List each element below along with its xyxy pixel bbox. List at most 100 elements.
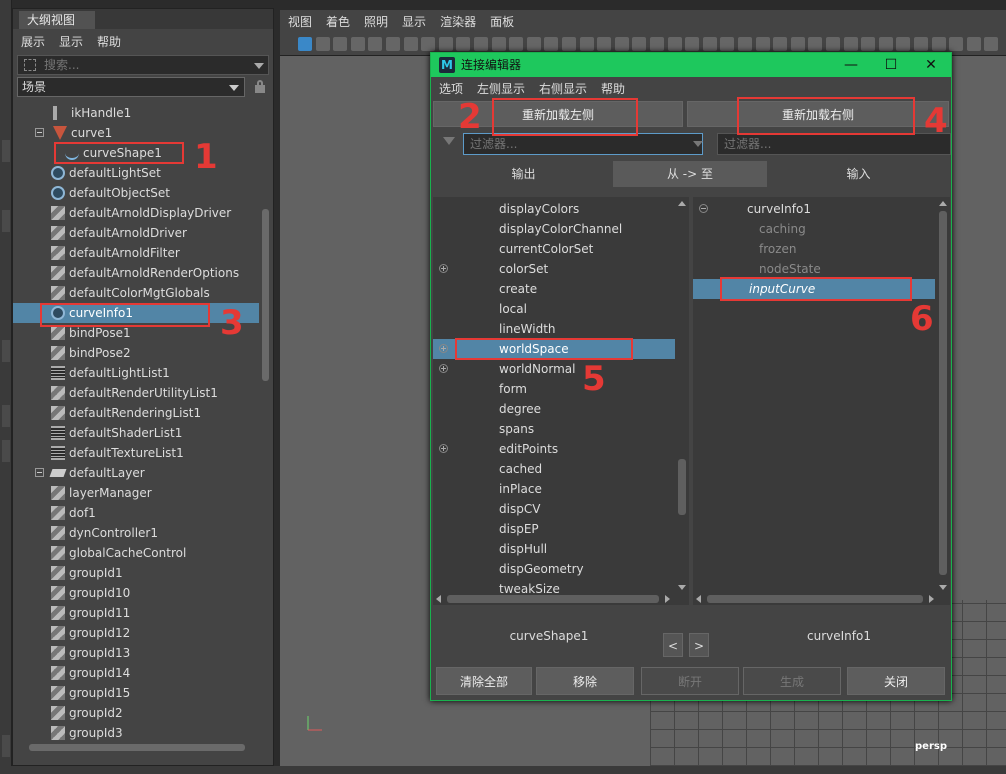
menu-right-display[interactable]: 右侧显示 — [539, 80, 587, 97]
outliner-item[interactable]: defaultColorMgtGlobals — [13, 283, 259, 303]
viewport-tool-icon[interactable] — [667, 37, 682, 51]
outliner-horizontal-scrollbar[interactable] — [29, 744, 245, 751]
outliner-item[interactable]: defaultTextureList1 — [13, 443, 259, 463]
close-button[interactable]: 关闭 — [847, 667, 945, 695]
viewport-tool-icon[interactable] — [544, 37, 559, 51]
next-node-button[interactable]: > — [689, 633, 709, 657]
tool-button[interactable] — [2, 210, 10, 232]
left-attribute-item[interactable]: cached — [433, 459, 675, 479]
collapse-minus-icon[interactable] — [699, 204, 708, 213]
left-attribute-item[interactable]: inPlace — [433, 479, 675, 499]
scroll-up-icon[interactable] — [678, 201, 686, 206]
menu-shading[interactable]: 着色 — [326, 13, 350, 30]
left-attribute-item[interactable]: dispCV — [433, 499, 675, 519]
left-attribute-item[interactable]: colorSet — [433, 259, 675, 279]
outliner-item[interactable]: groupId14 — [13, 663, 259, 683]
viewport-tool-icon[interactable] — [914, 37, 928, 51]
viewport-tool-icon[interactable] — [562, 37, 576, 51]
viewport-tool-icon[interactable] — [896, 37, 911, 51]
outliner-item[interactable]: groupId2 — [13, 703, 259, 723]
outliner-item[interactable]: layerManager — [13, 483, 259, 503]
right-attribute-item[interactable]: curveInfo1 — [693, 199, 935, 219]
outliner-item[interactable]: groupId10 — [13, 583, 259, 603]
outliner-item[interactable]: dof1 — [13, 503, 259, 523]
left-attribute-item[interactable]: editPoints — [433, 439, 675, 459]
left-attribute-item[interactable]: displayColors — [433, 199, 675, 219]
menu-help[interactable]: 帮助 — [601, 80, 625, 97]
right-list-horizontal-scrollbar[interactable] — [707, 595, 923, 603]
outliner-item[interactable]: ikHandle1 — [13, 103, 259, 123]
viewport-tool-icon[interactable] — [421, 37, 436, 51]
viewport-tool-icon[interactable] — [333, 37, 348, 51]
outliner-item[interactable]: defaultShaderList1 — [13, 423, 259, 443]
menu-show[interactable]: 展示 — [21, 33, 45, 50]
outliner-item[interactable]: globalCacheControl — [13, 543, 259, 563]
make-button[interactable]: 生成 — [743, 667, 841, 695]
outliner-item[interactable]: defaultArnoldDriver — [13, 223, 259, 243]
viewport-tool-icon[interactable] — [298, 37, 312, 51]
menu-options[interactable]: 选项 — [439, 80, 463, 97]
outliner-item[interactable]: groupId13 — [13, 643, 259, 663]
expand-plus-icon[interactable] — [439, 264, 448, 273]
viewport-tool-icon[interactable] — [386, 37, 400, 51]
right-attribute-item[interactable]: frozen — [693, 239, 935, 259]
viewport-tool-icon[interactable] — [790, 37, 805, 51]
viewport-tool-icon[interactable] — [720, 37, 735, 51]
minimize-button[interactable]: — — [831, 53, 871, 77]
viewport-tool-icon[interactable] — [350, 37, 365, 51]
lock-icon[interactable] — [255, 80, 265, 93]
viewport-tool-icon[interactable] — [808, 37, 823, 51]
expand-toggle-icon[interactable] — [35, 128, 44, 137]
left-attribute-item[interactable]: displayColorChannel — [433, 219, 675, 239]
outliner-item[interactable]: defaultRenderingList1 — [13, 403, 259, 423]
outliner-item[interactable]: defaultLightSet — [13, 163, 259, 183]
viewport-tool-icon[interactable] — [474, 37, 488, 51]
viewport-tool-icon[interactable] — [702, 37, 717, 51]
break-button[interactable]: 断开 — [641, 667, 739, 695]
menu-lighting[interactable]: 照明 — [364, 13, 388, 30]
menu-panels[interactable]: 面板 — [490, 13, 514, 30]
outliner-item[interactable]: groupId1 — [13, 563, 259, 583]
left-attribute-item[interactable]: currentColorSet — [433, 239, 675, 259]
close-window-button[interactable]: ✕ — [911, 53, 951, 77]
menu-help[interactable]: 帮助 — [97, 33, 121, 50]
chevron-down-icon[interactable] — [254, 63, 264, 69]
left-attribute-item[interactable]: dispEP — [433, 519, 675, 539]
left-attribute-item[interactable]: worldNormal — [433, 359, 675, 379]
viewport-tool-icon[interactable] — [650, 37, 664, 51]
prev-node-button[interactable]: < — [663, 633, 683, 657]
left-attribute-item[interactable]: create — [433, 279, 675, 299]
expand-plus-icon[interactable] — [439, 344, 448, 353]
right-filter-input[interactable] — [717, 133, 951, 155]
scroll-down-icon[interactable] — [678, 585, 686, 590]
viewport-tool-icon[interactable] — [438, 37, 453, 51]
expand-toggle-icon[interactable] — [35, 468, 44, 477]
outliner-item[interactable]: dynController1 — [13, 523, 259, 543]
viewport-tool-icon[interactable] — [685, 37, 700, 51]
outliner-item[interactable]: bindPose2 — [13, 343, 259, 363]
viewport-tool-icon[interactable] — [456, 37, 471, 51]
title-bar[interactable]: M 连接编辑器 — ☐ ✕ — [431, 53, 951, 77]
expand-plus-icon[interactable] — [439, 444, 448, 453]
direction-toggle[interactable]: 从 -> 至 — [613, 161, 767, 187]
viewport-tool-icon[interactable] — [579, 37, 594, 51]
viewport-tool-icon[interactable] — [315, 37, 330, 51]
left-list-vertical-scrollbar[interactable] — [678, 459, 686, 515]
viewport-tool-icon[interactable] — [878, 37, 893, 51]
outliner-item[interactable]: defaultRenderUtilityList1 — [13, 383, 259, 403]
outliner-item[interactable]: groupId12 — [13, 623, 259, 643]
left-attribute-item[interactable]: dispHull — [433, 539, 675, 559]
right-attribute-item[interactable]: nodeState — [693, 259, 935, 279]
left-attribute-item[interactable]: tweakSize — [433, 579, 675, 599]
viewport-tool-icon[interactable] — [773, 37, 788, 51]
menu-left-display[interactable]: 左侧显示 — [477, 80, 525, 97]
scroll-left-icon[interactable] — [696, 595, 701, 603]
outliner-tab[interactable]: 大纲视图 — [19, 11, 95, 29]
outliner-item[interactable]: defaultArnoldFilter — [13, 243, 259, 263]
viewport-tool-icon[interactable] — [614, 37, 629, 51]
chevron-down-icon[interactable] — [693, 141, 703, 147]
left-filter-input[interactable] — [463, 133, 703, 155]
viewport-tool-icon[interactable] — [368, 37, 383, 51]
maximize-button[interactable]: ☐ — [871, 53, 911, 77]
tool-button[interactable] — [2, 405, 10, 427]
